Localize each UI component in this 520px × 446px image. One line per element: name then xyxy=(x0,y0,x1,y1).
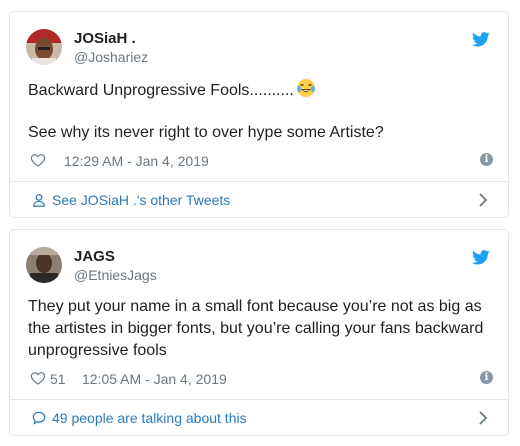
tweet-meta: 12:29 AM - Jan 4, 2019 i xyxy=(28,151,498,171)
twitter-bird-icon[interactable] xyxy=(472,250,490,265)
tweet-header: JAGS @EtniesJags xyxy=(26,244,496,284)
twitter-bird-icon[interactable] xyxy=(472,32,490,47)
chevron-right-icon[interactable] xyxy=(478,193,488,207)
laughing-tears-emoji-icon xyxy=(296,79,315,97)
timestamp[interactable]: 12:29 AM - Jan 4, 2019 xyxy=(64,153,209,169)
user-handle[interactable]: @Joshariez xyxy=(74,49,148,65)
avatar[interactable] xyxy=(26,29,62,65)
tweet-text-line-2: See why its never right to over hype som… xyxy=(28,124,384,141)
avatar[interactable] xyxy=(26,247,62,283)
other-tweets-label[interactable]: See JOSiaH .'s other Tweets xyxy=(52,192,230,208)
info-icon[interactable]: i xyxy=(480,153,493,166)
timestamp[interactable]: 12:05 AM - Jan 4, 2019 xyxy=(82,371,227,387)
tweet-text: Backward Unprogressive Fools.......... xyxy=(28,78,498,102)
heart-icon[interactable] xyxy=(30,370,46,386)
info-icon[interactable]: i xyxy=(480,371,493,384)
tweet-text-line-1: Backward Unprogressive Fools.......... xyxy=(28,82,294,99)
other-tweets-link[interactable]: See JOSiaH .'s other Tweets xyxy=(10,182,508,218)
tweet-text: They put your name in a small font becau… xyxy=(28,298,484,359)
tweet-card[interactable]: JOSiaH . @Joshariez Backward Unprogressi… xyxy=(9,11,509,218)
tweet-meta: 51 12:05 AM - Jan 4, 2019 i xyxy=(28,369,498,389)
display-name[interactable]: JAGS xyxy=(74,248,115,265)
speech-bubble-icon xyxy=(32,411,46,425)
like-count[interactable]: 51 xyxy=(50,371,66,387)
display-name[interactable]: JOSiaH . xyxy=(74,30,136,47)
tweet-card[interactable]: JAGS @EtniesJags They put your name in a… xyxy=(9,229,509,436)
chevron-right-icon[interactable] xyxy=(478,411,488,425)
tweet-header: JOSiaH . @Joshariez xyxy=(26,26,496,66)
conversation-label[interactable]: 49 people are talking about this xyxy=(52,410,247,426)
person-icon xyxy=(33,193,45,207)
conversation-link[interactable]: 49 people are talking about this xyxy=(10,400,508,436)
user-handle[interactable]: @EtniesJags xyxy=(74,267,157,283)
heart-icon[interactable] xyxy=(30,152,46,168)
